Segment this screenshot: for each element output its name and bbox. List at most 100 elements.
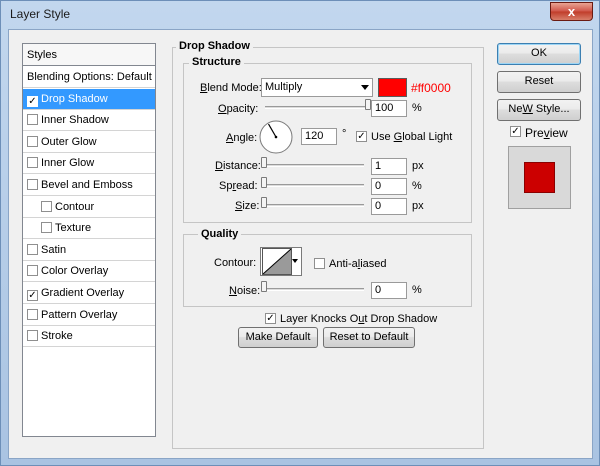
style-item-checkbox[interactable]: ✓ (27, 290, 38, 301)
drop-shadow-title: Drop Shadow (176, 40, 253, 52)
reset-button[interactable]: Reset (497, 71, 581, 93)
distance-slider-thumb[interactable] (261, 157, 267, 168)
angle-dial[interactable] (258, 119, 294, 155)
styles-list-item[interactable]: Outer Glow (23, 132, 155, 153)
make-default-button[interactable]: Make Default (238, 327, 318, 348)
size-label: Size: (235, 200, 260, 212)
styles-list-item[interactable]: Color Overlay (23, 261, 155, 283)
opacity-label: Opacity: (218, 103, 259, 115)
layer-style-dialog: Layer Style x Styles Blending Options: D… (0, 0, 600, 466)
chevron-down-icon (292, 259, 298, 263)
style-item-checkbox[interactable] (27, 330, 38, 342)
styles-list-panel: Styles Blending Options: Default ✓ Drop Sh… (22, 43, 156, 437)
structure-title: Structure (189, 56, 244, 68)
noise-unit: % (412, 284, 422, 296)
shadow-color-swatch[interactable] (378, 78, 407, 97)
preview-thumbnail (508, 146, 571, 209)
distance-slider-track[interactable] (264, 164, 364, 167)
distance-input[interactable]: 1 (371, 158, 407, 175)
styles-list-item[interactable]: Inner Glow (23, 153, 155, 175)
style-item-label: Color Overlay (41, 265, 109, 278)
window-title: Layer Style (10, 7, 71, 21)
style-item-checkbox[interactable] (27, 243, 38, 255)
style-item-label: Drop Shadow (41, 92, 108, 105)
style-item-label: Gradient Overlay (41, 287, 125, 299)
style-item-label: Satin (41, 243, 67, 256)
styles-list-item[interactable]: Satin (23, 240, 155, 261)
quality-group (183, 234, 472, 307)
spread-unit: % (412, 180, 422, 192)
style-item-label: Outer Glow (41, 135, 97, 148)
use-global-light-checkbox[interactable]: ✓ (356, 131, 367, 142)
style-item-label: Texture (55, 222, 92, 235)
styles-list-item[interactable]: Blending Options: Default (23, 67, 155, 88)
blend-mode-label: Blend Mode: (200, 82, 262, 94)
size-input[interactable]: 0 (371, 198, 407, 215)
contour-label: Contour: (214, 257, 257, 269)
opacity-unit: % (412, 102, 422, 114)
distance-label: Distance: (215, 160, 261, 172)
styles-list-item[interactable]: Contour (23, 197, 155, 218)
styles-list-item[interactable]: Bevel and Emboss (23, 175, 155, 196)
size-slider-track[interactable] (264, 204, 364, 207)
style-item-checkbox[interactable] (27, 157, 38, 169)
style-item-label: Blending Options: Default (27, 71, 152, 83)
style-item-label: Bevel and Emboss (41, 179, 133, 191)
reset-to-default-button[interactable]: Reset to Default (323, 327, 415, 348)
size-unit: px (412, 200, 424, 212)
layer-knocks-out-label: Layer Knocks Out Drop Shadow (280, 313, 438, 325)
style-item-checkbox[interactable] (27, 308, 38, 320)
styles-header[interactable]: Styles (23, 44, 155, 66)
opacity-slider-track[interactable] (265, 106, 365, 109)
layer-knocks-out-checkbox[interactable]: ✓ (265, 313, 276, 324)
style-item-label: Inner Shadow (41, 114, 109, 127)
style-item-checkbox[interactable] (27, 265, 38, 277)
spread-slider-track[interactable] (264, 184, 364, 187)
style-item-checkbox[interactable] (41, 222, 52, 234)
quality-title: Quality (198, 228, 242, 240)
style-item-checkbox[interactable]: ✓ (27, 95, 38, 107)
styles-list-item[interactable]: ✓ Gradient Overlay (23, 283, 155, 304)
title-bar[interactable]: Layer Style x (1, 1, 599, 28)
noise-label: Noise: (229, 285, 261, 297)
style-item-checkbox[interactable] (41, 200, 52, 212)
use-global-light-label: Use Global Light (371, 131, 453, 143)
anti-aliased-checkbox[interactable] (314, 258, 325, 269)
spread-slider-thumb[interactable] (261, 177, 267, 188)
styles-list-item[interactable]: Stroke (23, 326, 155, 348)
size-slider-thumb[interactable] (261, 197, 267, 208)
angle-unit: ° (342, 128, 347, 140)
styles-list-item[interactable]: Texture (23, 218, 155, 240)
close-button[interactable]: x (550, 2, 593, 21)
preview-swatch (524, 162, 555, 193)
chevron-down-icon (361, 85, 369, 90)
blend-mode-value: Multiply (265, 81, 303, 93)
new-style-button[interactable]: NeW Style... (497, 99, 581, 121)
preview-checkbox[interactable]: ✓ (510, 126, 521, 137)
spread-input[interactable]: 0 (371, 178, 407, 195)
spread-label: Spread: (219, 180, 258, 192)
opacity-input[interactable]: 100 (371, 100, 407, 117)
blend-mode-select[interactable]: Multiply (261, 78, 373, 97)
style-item-label: Pattern Overlay (41, 308, 118, 321)
style-item-label: Inner Glow (41, 157, 95, 170)
style-item-checkbox[interactable] (27, 135, 38, 147)
noise-input[interactable]: 0 (371, 282, 407, 299)
styles-list-item[interactable]: Pattern Overlay (23, 305, 155, 326)
ok-button[interactable]: OK (497, 43, 581, 65)
angle-input[interactable]: 120 (301, 128, 337, 145)
style-item-label: Contour (55, 200, 95, 213)
close-icon: x (567, 4, 576, 19)
styles-list-item[interactable]: Inner Shadow (23, 110, 155, 132)
styles-list-item[interactable]: ✓ Drop Shadow (23, 88, 155, 110)
anti-aliased-label: Anti-aliased (329, 258, 387, 270)
shadow-color-hex: #ff0000 (411, 81, 451, 95)
noise-slider-track[interactable] (264, 288, 364, 291)
angle-label: Angle: (226, 132, 258, 144)
style-item-checkbox[interactable] (27, 114, 38, 126)
noise-slider-thumb[interactable] (261, 281, 267, 292)
preview-label: Preview (525, 126, 568, 140)
contour-curve-icon (262, 248, 292, 275)
style-item-checkbox[interactable] (27, 179, 38, 190)
contour-picker[interactable] (260, 247, 302, 276)
